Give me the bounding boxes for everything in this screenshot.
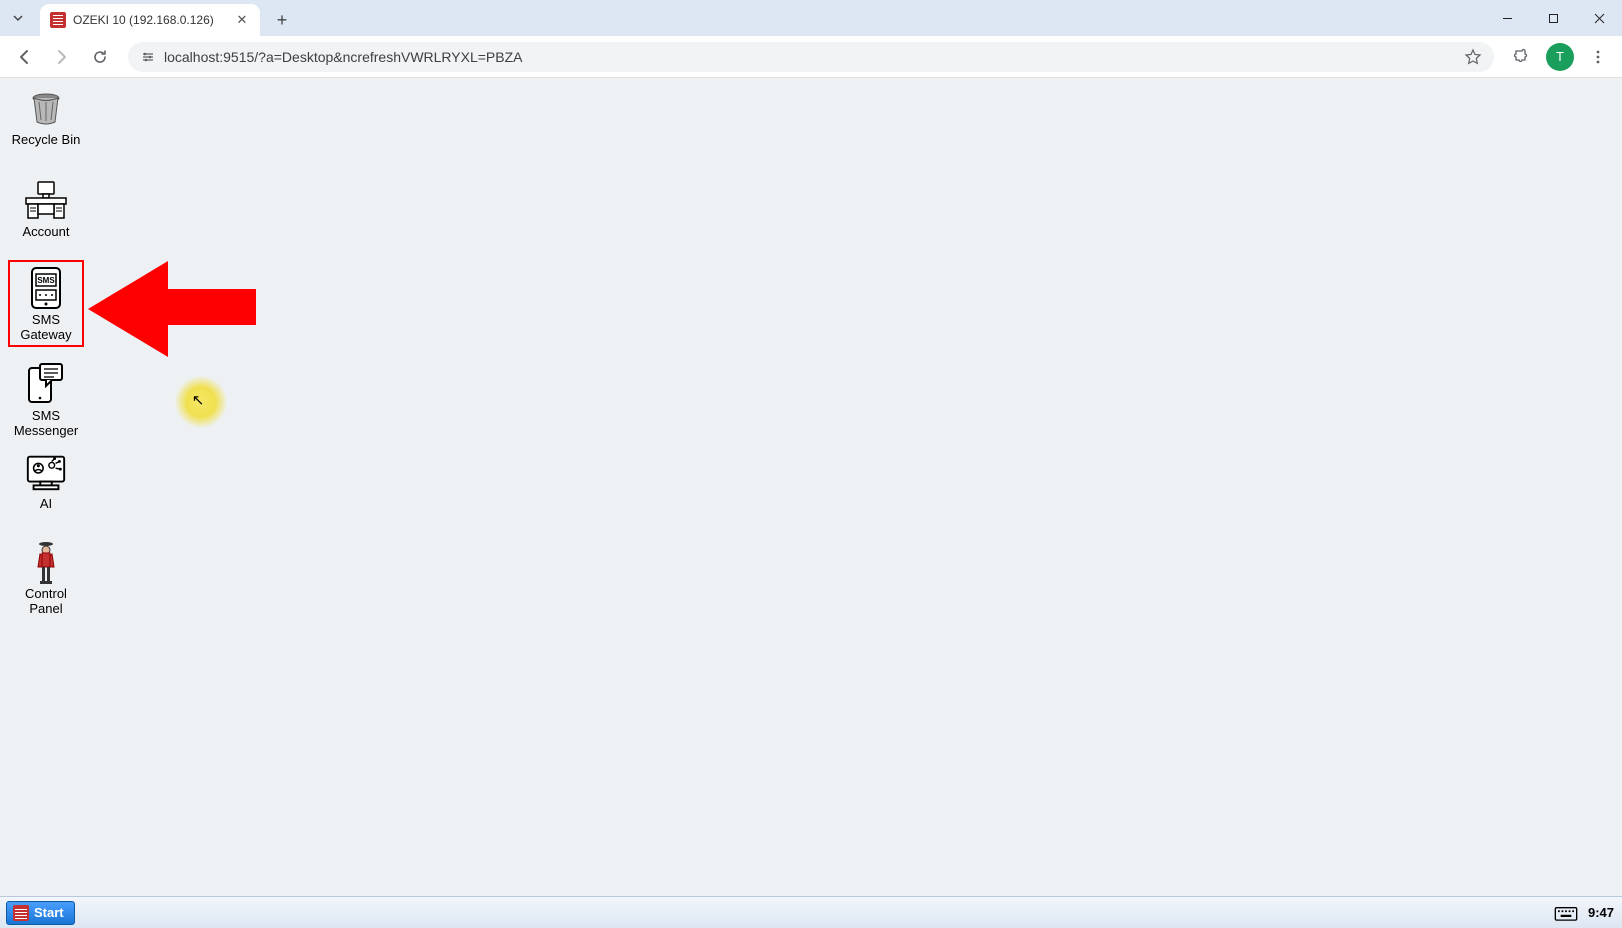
sms-messenger-icon bbox=[24, 362, 68, 406]
arrow-left-icon bbox=[15, 48, 33, 66]
site-params-icon bbox=[140, 49, 156, 65]
desktop-icon-account[interactable]: Account bbox=[8, 178, 84, 240]
browser-titlebar: OZEKI 10 (192.168.0.126) ✕ + bbox=[0, 0, 1622, 36]
keyboard-icon[interactable] bbox=[1554, 905, 1578, 921]
desktop-icon-label: Recycle Bin bbox=[12, 133, 81, 148]
desktop-icon-sms-gateway[interactable]: SMS SMS Gateway bbox=[8, 260, 84, 347]
sms-gateway-icon: SMS bbox=[24, 266, 68, 310]
url-text: localhost:9515/?a=Desktop&ncrefreshVWRLR… bbox=[164, 49, 1456, 65]
ai-icon bbox=[24, 450, 68, 494]
reload-icon bbox=[91, 48, 109, 66]
control-panel-icon bbox=[24, 540, 68, 584]
desktop-icon-label: SMS Messenger bbox=[14, 409, 78, 439]
desktop-icon-control-panel[interactable]: Control Panel bbox=[8, 540, 84, 617]
profile-button[interactable]: T bbox=[1544, 41, 1576, 73]
kebab-icon bbox=[1590, 49, 1606, 65]
desktop-icon-sms-messenger[interactable]: SMS Messenger bbox=[8, 362, 84, 439]
account-icon bbox=[24, 178, 68, 222]
new-tab-button[interactable]: + bbox=[268, 6, 296, 34]
chevron-down-icon bbox=[12, 12, 24, 24]
desktop-icon-label: SMS Gateway bbox=[20, 313, 71, 343]
ozeki-desktop[interactable]: Recycle Bin Account SMS bbox=[0, 78, 1622, 896]
forward-button[interactable] bbox=[46, 41, 78, 73]
avatar-icon: T bbox=[1546, 43, 1574, 71]
reload-button[interactable] bbox=[84, 41, 116, 73]
start-button[interactable]: Start bbox=[6, 901, 75, 925]
cursor-highlight: ↖ bbox=[175, 376, 227, 428]
taskbar-clock[interactable]: 9:47 bbox=[1588, 905, 1614, 920]
menu-button[interactable] bbox=[1582, 41, 1614, 73]
desktop-icon-label: Control Panel bbox=[25, 587, 67, 617]
desktop-icon-label: Account bbox=[23, 225, 70, 240]
tab-favicon-icon bbox=[50, 12, 66, 28]
ozeki-taskbar: Start 9:47 bbox=[0, 896, 1622, 928]
puzzle-icon bbox=[1513, 48, 1531, 66]
browser-tab[interactable]: OZEKI 10 (192.168.0.126) ✕ bbox=[40, 4, 260, 36]
desktop-icon-label: AI bbox=[40, 497, 52, 512]
extensions-button[interactable] bbox=[1506, 41, 1538, 73]
svg-text:SMS: SMS bbox=[37, 276, 55, 285]
window-close-button[interactable] bbox=[1576, 0, 1622, 36]
cursor-icon: ↖ bbox=[192, 391, 205, 409]
start-icon bbox=[13, 905, 29, 921]
back-button[interactable] bbox=[8, 41, 40, 73]
window-minimize-button[interactable] bbox=[1484, 0, 1530, 36]
window-controls bbox=[1484, 0, 1622, 36]
browser-toolbar: localhost:9515/?a=Desktop&ncrefreshVWRLR… bbox=[0, 36, 1622, 78]
tab-search-button[interactable] bbox=[0, 0, 36, 36]
recycle-bin-icon bbox=[24, 86, 68, 130]
desktop-icon-ai[interactable]: AI bbox=[8, 450, 84, 512]
system-tray: 9:47 bbox=[1554, 905, 1614, 921]
star-icon[interactable] bbox=[1464, 48, 1482, 66]
desktop-icon-recycle-bin[interactable]: Recycle Bin bbox=[8, 86, 84, 148]
start-label: Start bbox=[34, 905, 64, 920]
address-bar[interactable]: localhost:9515/?a=Desktop&ncrefreshVWRLR… bbox=[128, 42, 1494, 72]
tab-title: OZEKI 10 (192.168.0.126) bbox=[73, 13, 227, 27]
arrow-right-icon bbox=[53, 48, 71, 66]
window-maximize-button[interactable] bbox=[1530, 0, 1576, 36]
tab-close-button[interactable]: ✕ bbox=[234, 12, 250, 28]
